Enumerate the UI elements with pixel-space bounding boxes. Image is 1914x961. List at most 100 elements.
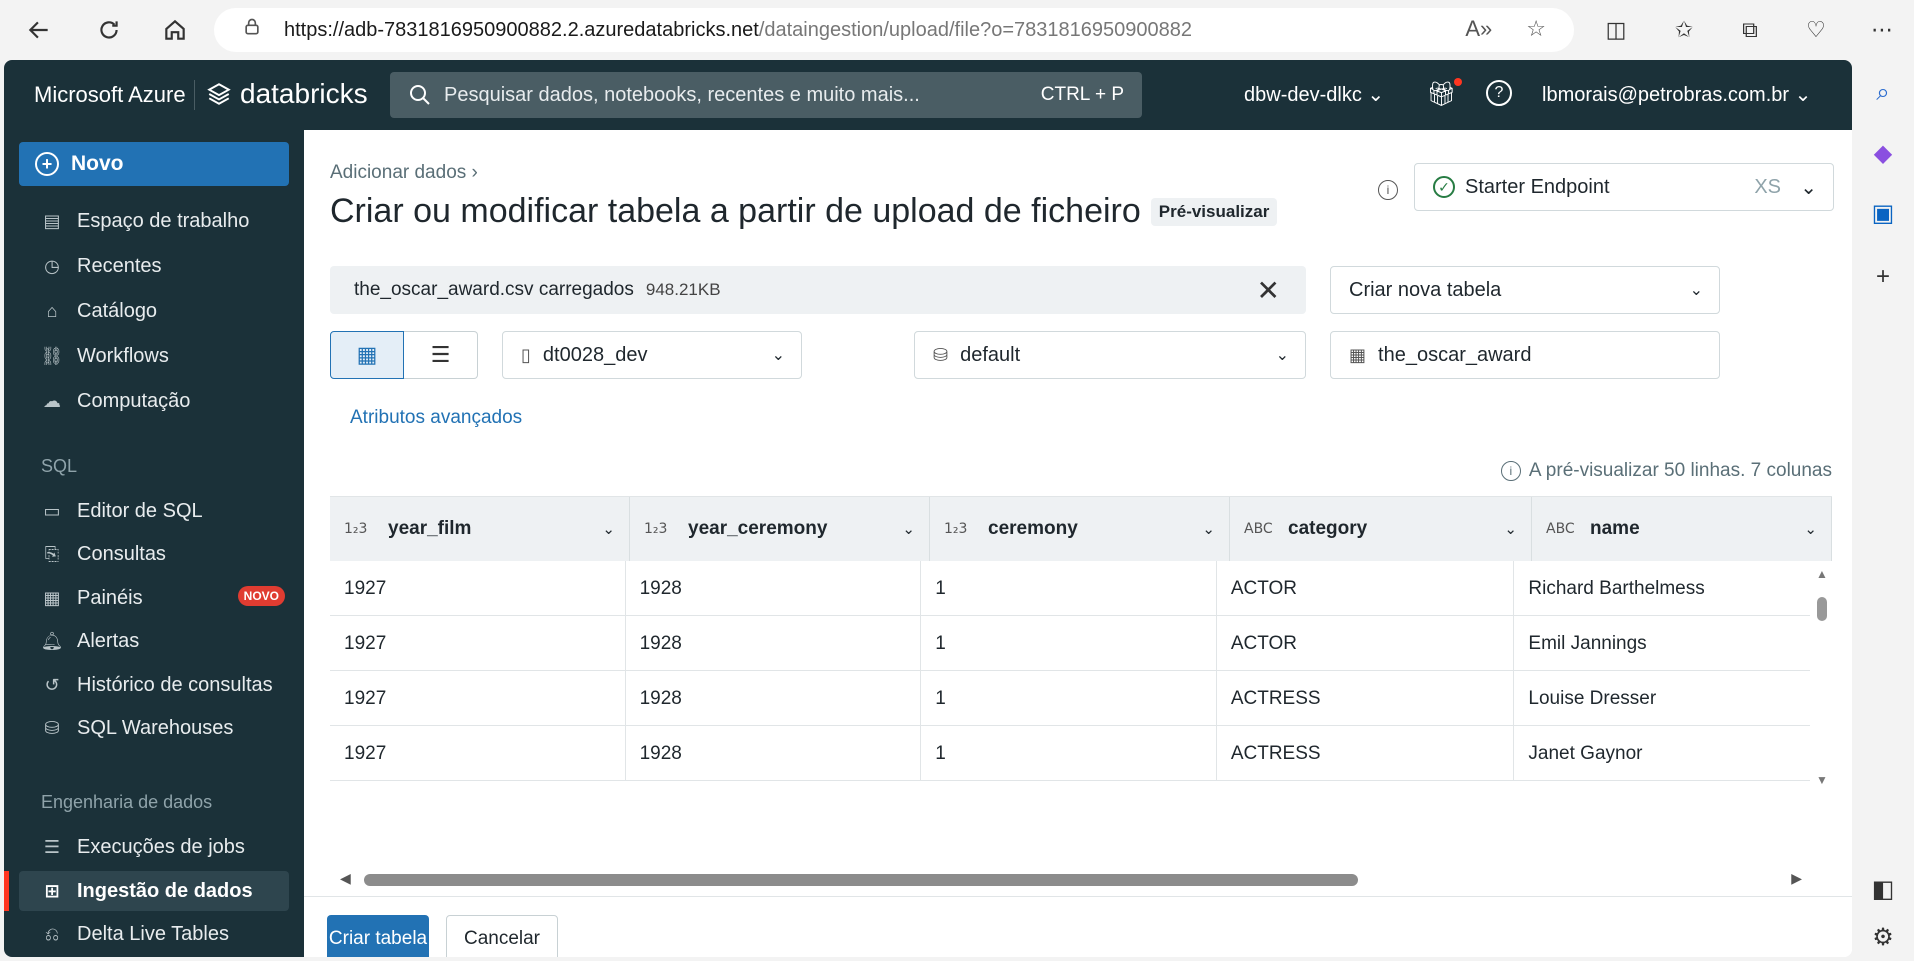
- close-icon[interactable]: ✕: [1257, 274, 1280, 307]
- create-mode-select[interactable]: Criar nova tabela ⌄: [1330, 266, 1720, 314]
- sidebar-item-query-history[interactable]: ↺ Histórico de consultas: [19, 665, 289, 705]
- column-header-name[interactable]: ABC name ⌄: [1532, 497, 1832, 561]
- sql-section-label: SQL: [41, 456, 78, 476]
- sidebar-item-sql-editor[interactable]: ▭ Editor de SQL: [19, 491, 289, 531]
- breadcrumb-add-data-link[interactable]: Adicionar dados: [330, 162, 466, 183]
- outlook-icon[interactable]: ▣: [1862, 192, 1904, 234]
- column-header-year-film[interactable]: 1₂3 year_film ⌄: [330, 497, 630, 561]
- scroll-right-icon[interactable]: ▶: [1791, 870, 1802, 887]
- help-icon[interactable]: ?: [1486, 80, 1512, 106]
- chevron-down-icon[interactable]: ⌄: [1504, 520, 1517, 538]
- table-cell: 1928: [626, 561, 922, 616]
- table-cell: ACTRESS: [1217, 726, 1515, 781]
- chevron-down-icon[interactable]: ⌄: [1202, 520, 1215, 538]
- sidebar-item-recents[interactable]: ◷ Recentes: [19, 246, 289, 286]
- horizontal-scrollbar[interactable]: ◀ ▶: [330, 870, 1832, 890]
- preview-tag: Pré-visualizar: [1150, 197, 1278, 226]
- sidebar-item-compute[interactable]: ☁ Computação: [19, 381, 289, 421]
- add-icon[interactable]: +: [1862, 256, 1904, 298]
- scroll-up-icon[interactable]: ▲: [1816, 567, 1828, 581]
- endpoint-selector[interactable]: ✓ Starter Endpoint XS ⌄: [1414, 163, 1834, 211]
- split-screen-icon[interactable]: ◫: [1594, 8, 1638, 52]
- table-cell: 1927: [330, 671, 626, 726]
- new-button[interactable]: + Novo: [19, 142, 289, 186]
- workspace-switcher[interactable]: dbw-dev-dlkc ⌄: [1244, 82, 1384, 107]
- search-icon[interactable]: ⌕: [1862, 72, 1904, 114]
- preview-info-text: A pré-visualizar 50 linhas. 7 colunas: [1528, 460, 1832, 481]
- more-menu-icon[interactable]: ⋯: [1860, 8, 1904, 52]
- user-menu[interactable]: lbmorais@petrobras.com.br ⌄: [1542, 82, 1811, 107]
- sidebar-item-label: Workflows: [77, 344, 169, 367]
- gift-icon[interactable]: 🎁︎: [1426, 78, 1463, 109]
- database-icon: ⛁: [933, 344, 949, 365]
- catalog-select[interactable]: ▯ dt0028_dev ⌄: [502, 331, 802, 379]
- favorite-star-icon[interactable]: ☆: [1526, 16, 1546, 42]
- chevron-down-icon: ⌄: [1367, 84, 1385, 106]
- column-header-ceremony[interactable]: 1₂3 ceremony ⌄: [930, 497, 1230, 561]
- table-view-icon[interactable]: ▦: [330, 331, 404, 379]
- table-cell: 1928: [626, 616, 922, 671]
- column-header-year-ceremony[interactable]: 1₂3 year_ceremony ⌄: [630, 497, 930, 561]
- brand-divider: [194, 80, 195, 110]
- numeric-type-icon: 1₂3: [644, 521, 668, 537]
- collections-icon[interactable]: ⧉: [1728, 8, 1772, 52]
- column-name: name: [1590, 518, 1640, 539]
- create-table-button[interactable]: Criar tabela: [327, 915, 429, 957]
- table-cell: ACTRESS: [1217, 671, 1515, 726]
- scroll-thumb[interactable]: [364, 874, 1358, 886]
- databricks-logo[interactable]: databricks: [206, 78, 368, 110]
- scroll-thumb[interactable]: [1817, 597, 1827, 621]
- sidebar-item-alerts[interactable]: 🔔︎ Alertas: [19, 621, 289, 661]
- sidebar-item-queries[interactable]: ⎘ Consultas: [19, 534, 289, 574]
- home-icon[interactable]: [150, 5, 200, 55]
- cancel-button[interactable]: Cancelar: [446, 915, 558, 957]
- address-bar[interactable]: https://adb-7831816950900882.2.azuredata…: [214, 8, 1574, 52]
- column-header-category[interactable]: ABC category ⌄: [1230, 497, 1532, 561]
- catalog-book-icon: ▯: [521, 344, 531, 365]
- sidebar-item-workspace[interactable]: ▤ Espaço de trabalho: [19, 201, 289, 241]
- browser-health-icon[interactable]: ♡: [1794, 8, 1838, 52]
- sidebar-item-dashboards[interactable]: ▦ Painéis NOVO: [19, 578, 289, 618]
- workflows-icon: ⛓: [40, 345, 64, 366]
- copilot-icon[interactable]: ◆: [1862, 132, 1904, 174]
- sidebar-item-delta-live-tables[interactable]: ⎌ Delta Live Tables: [19, 914, 289, 954]
- chevron-down-icon[interactable]: ⌄: [602, 520, 615, 538]
- sidebar-toggle-icon[interactable]: ◧: [1862, 868, 1904, 910]
- list-view-icon[interactable]: ☰: [404, 331, 478, 379]
- read-aloud-icon[interactable]: A»: [1465, 16, 1492, 42]
- sidebar-item-workflows[interactable]: ⛓ Workflows: [19, 336, 289, 376]
- scroll-left-icon[interactable]: ◀: [340, 870, 351, 887]
- sidebar-item-label: Espaço de trabalho: [77, 209, 250, 232]
- chevron-down-icon[interactable]: ⌄: [902, 520, 915, 538]
- sidebar-item-data-ingestion[interactable]: ⊞ Ingestão de dados: [19, 871, 289, 911]
- sidebar-item-sql-warehouses[interactable]: ⛁ SQL Warehouses: [19, 708, 289, 748]
- table-name-input[interactable]: ▦ the_oscar_award: [1330, 331, 1720, 379]
- chevron-down-icon[interactable]: ⌄: [1804, 520, 1817, 538]
- url-host: https://adb-7831816950900882.2.azuredata…: [284, 18, 759, 41]
- active-indicator: [4, 871, 9, 911]
- vertical-scrollbar[interactable]: ▲ ▼: [1814, 567, 1828, 787]
- back-icon[interactable]: [14, 5, 64, 55]
- settings-gear-icon[interactable]: ⚙: [1862, 916, 1904, 958]
- refresh-icon[interactable]: [84, 5, 134, 55]
- queries-icon: ⎘: [44, 543, 60, 564]
- ingestion-icon: ⊞: [44, 880, 60, 901]
- schema-select[interactable]: ⛁ default ⌄: [914, 331, 1306, 379]
- global-search-input[interactable]: Pesquisar dados, notebooks, recentes e m…: [390, 72, 1142, 118]
- table-row: 1927 1928 1 ACTOR Emil Jannings: [330, 616, 1810, 671]
- create-mode-value: Criar nova tabela: [1349, 278, 1502, 301]
- sidebar-item-job-runs[interactable]: ☰ Execuções de jobs: [19, 827, 289, 867]
- sidebar-item-catalog[interactable]: ⌂ Catálogo: [19, 291, 289, 331]
- info-icon[interactable]: i: [1378, 180, 1398, 200]
- favorites-icon[interactable]: ✩: [1662, 8, 1706, 52]
- column-name: year_film: [388, 518, 472, 539]
- plus-circle-icon: +: [35, 152, 59, 176]
- endpoint-name: Starter Endpoint: [1465, 175, 1610, 198]
- file-size: 948.21KB: [645, 280, 721, 299]
- advanced-attributes-link[interactable]: Atributos avançados: [350, 407, 522, 429]
- table-row: 1927 1928 1 ACTRESS Janet Gaynor: [330, 726, 1810, 781]
- databricks-wordmark: databricks: [240, 78, 368, 109]
- scroll-down-icon[interactable]: ▼: [1816, 773, 1828, 787]
- chevron-down-icon: ⌄: [1794, 84, 1812, 106]
- sidebar-item-label: Painéis: [77, 586, 143, 609]
